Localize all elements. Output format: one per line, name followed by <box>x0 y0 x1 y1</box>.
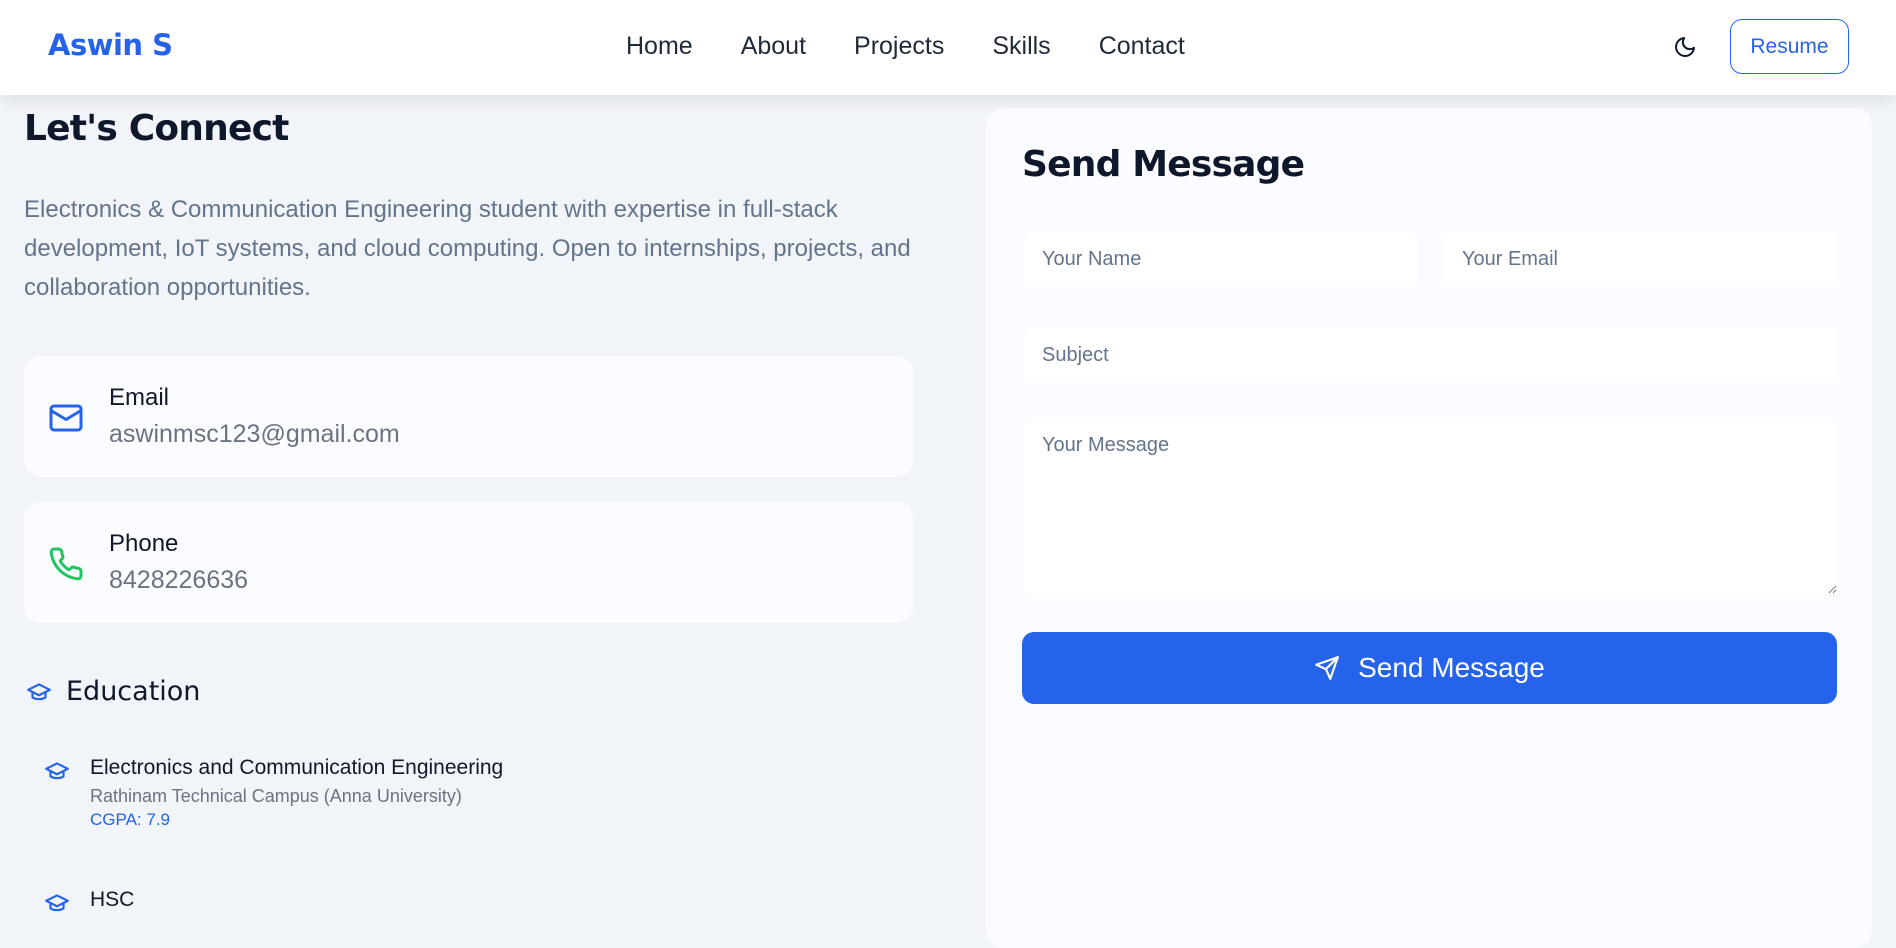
form-title: Send Message <box>1022 144 1305 185</box>
graduation-cap-icon <box>45 894 69 912</box>
moon-icon <box>1675 37 1695 57</box>
education-grade: CGPA: 7.9 <box>90 810 170 829</box>
graduation-cap-icon <box>27 682 51 700</box>
send-message-button[interactable]: Send Message <box>1022 632 1837 704</box>
nav-link-contact[interactable]: Contact <box>1099 32 1185 61</box>
email-value[interactable]: aswinmsc123@gmail.com <box>109 420 400 449</box>
send-message-label: Send Message <box>1358 652 1545 683</box>
graduation-cap-icon <box>45 762 69 780</box>
resume-button[interactable]: Resume <box>1730 19 1849 74</box>
theme-toggle-button[interactable] <box>1671 33 1699 61</box>
email-card[interactable]: Email aswinmsc123@gmail.com <box>24 356 913 477</box>
email-input[interactable] <box>1444 232 1837 287</box>
send-message-card: Send Message Send Message <box>986 108 1872 948</box>
nav-link-projects[interactable]: Projects <box>854 32 944 61</box>
intro-text: Electronics & Communication Engineering … <box>24 196 911 301</box>
brand-logo[interactable]: Aswin S <box>48 28 173 62</box>
nav-link-home[interactable]: Home <box>626 32 693 61</box>
phone-card[interactable]: Phone 8428226636 <box>24 502 913 623</box>
education-degree: HSC <box>90 888 135 911</box>
subject-input[interactable] <box>1024 328 1837 383</box>
phone-icon <box>49 547 83 581</box>
education-degree: Electronics and Communication Engineerin… <box>90 756 504 779</box>
phone-value[interactable]: 8428226636 <box>109 566 248 595</box>
navbar: Aswin S Home About Projects Skills Conta… <box>0 0 1896 95</box>
mail-icon <box>49 404 83 432</box>
nav-link-about[interactable]: About <box>741 32 806 61</box>
education-school: Rathinam Technical Campus (Anna Universi… <box>90 786 462 806</box>
name-input[interactable] <box>1024 232 1417 287</box>
phone-label: Phone <box>109 530 179 557</box>
nav-link-skills[interactable]: Skills <box>992 32 1050 61</box>
education-heading-text: Education <box>66 676 201 707</box>
send-icon <box>1315 656 1340 680</box>
email-label: Email <box>109 384 170 411</box>
connect-title: Let's Connect <box>24 108 289 149</box>
education-heading: Education <box>24 676 200 707</box>
message-textarea[interactable] <box>1024 422 1837 594</box>
nav-links: Home About Projects Skills Contact <box>626 32 1185 61</box>
